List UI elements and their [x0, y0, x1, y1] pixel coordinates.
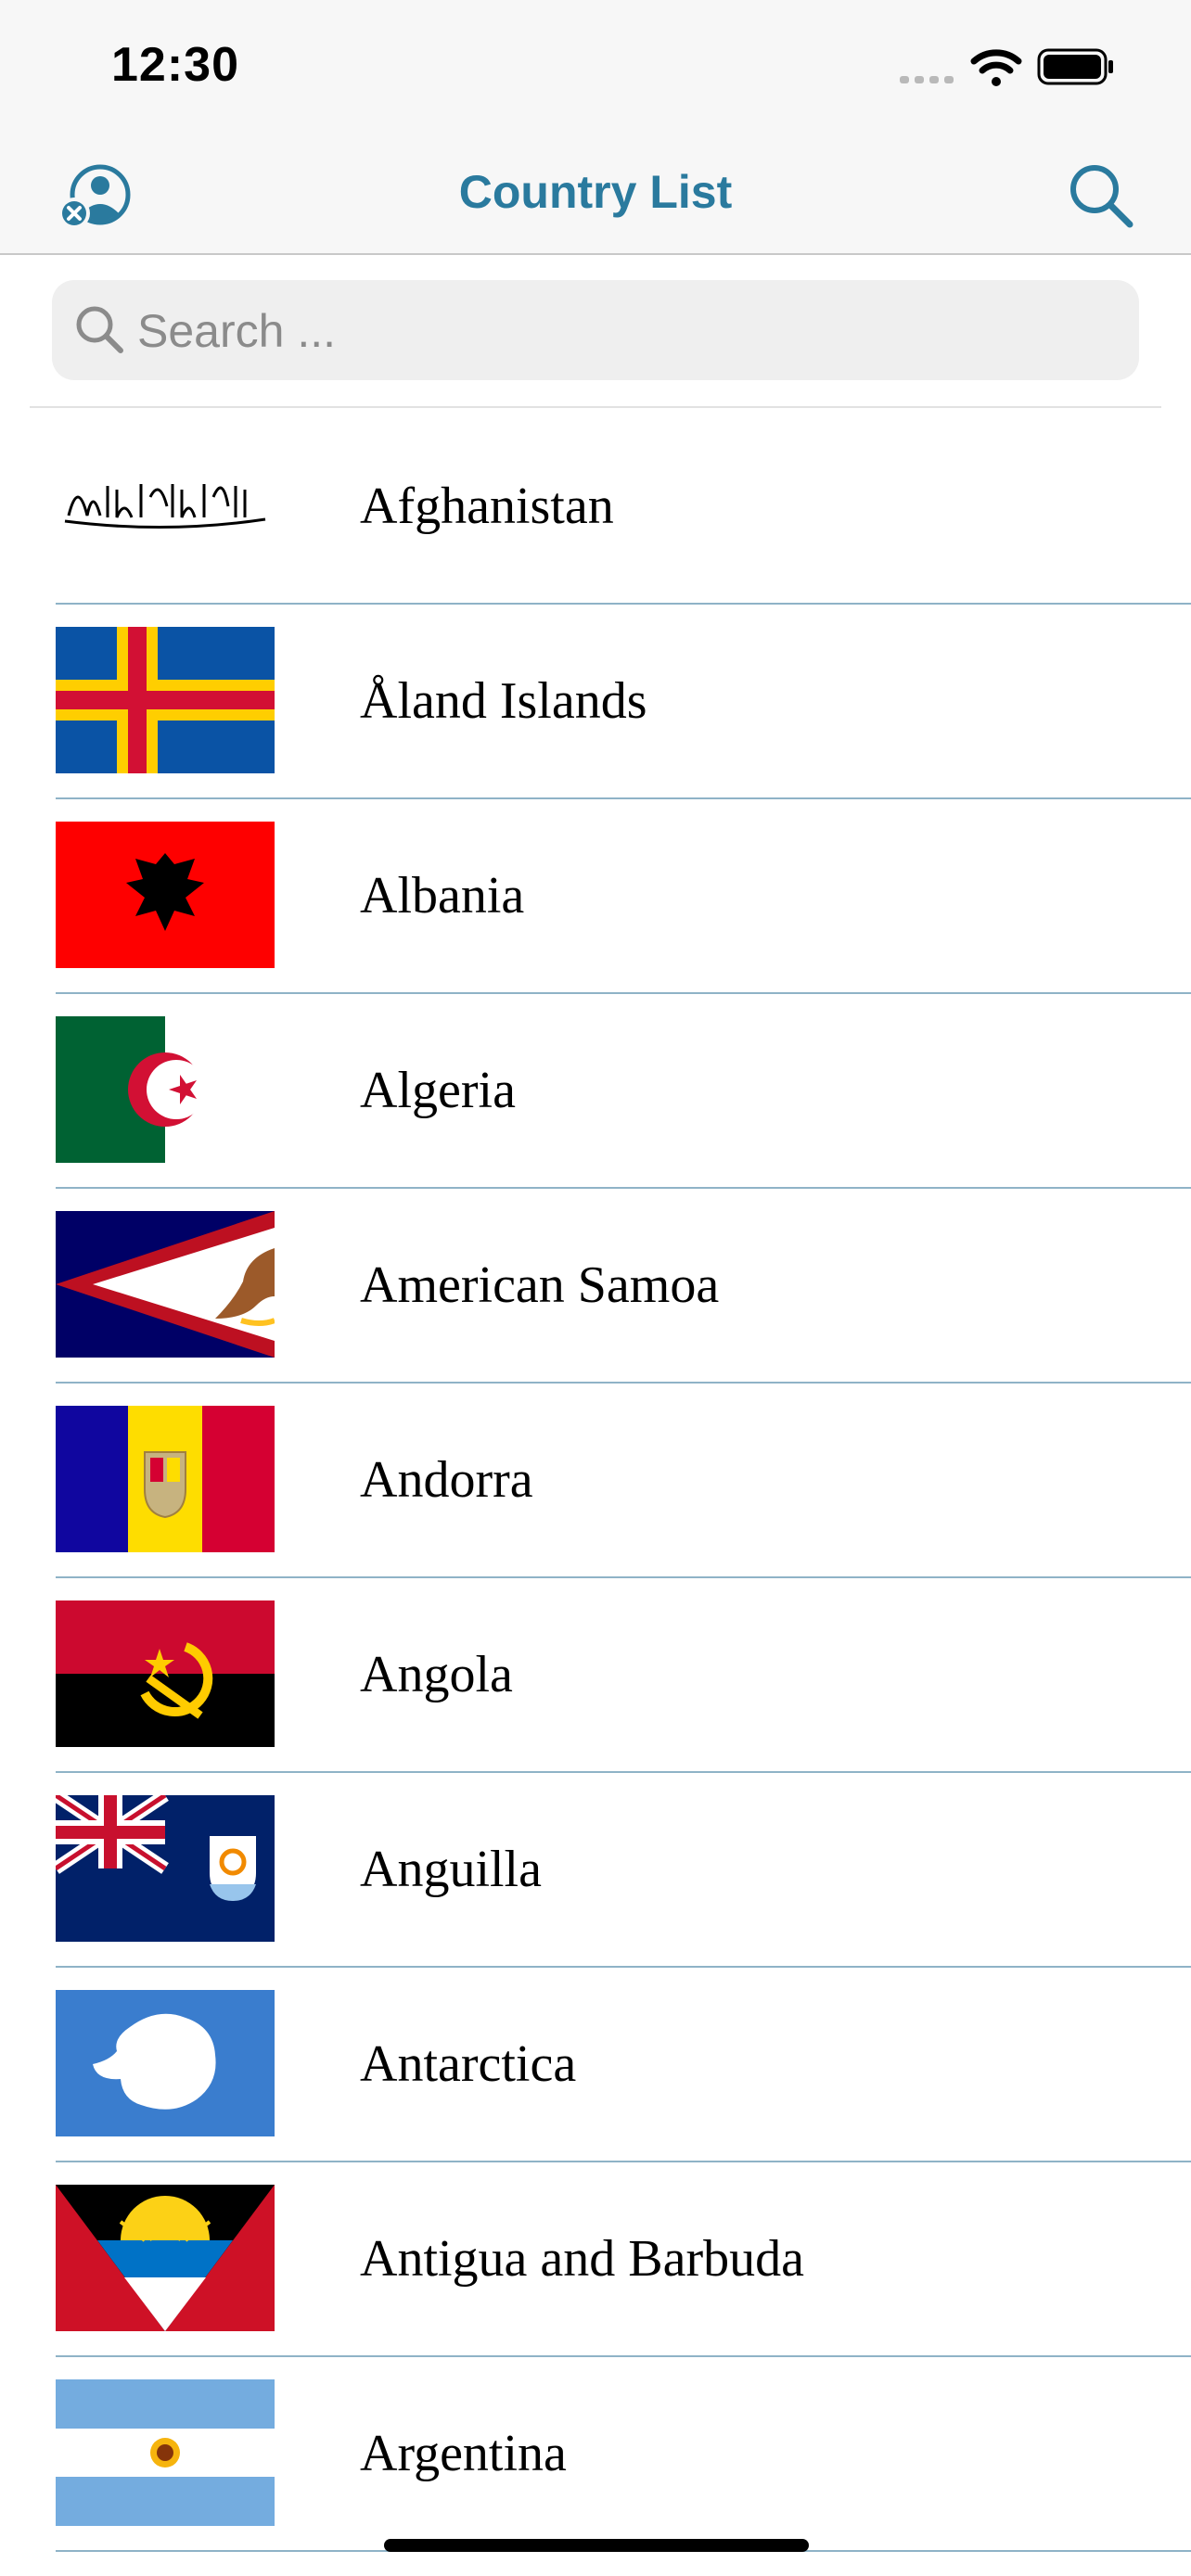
status-bar: 12:30: [0, 0, 1191, 130]
home-indicator[interactable]: [384, 2539, 809, 2552]
flag-algeria: [56, 1016, 275, 1163]
country-row-afghanistan[interactable]: Afghanistan: [56, 410, 1191, 605]
search-input[interactable]: [135, 300, 1104, 362]
flag-antigua-and-barbuda: [56, 2185, 275, 2331]
country-name: Anguilla: [360, 1841, 542, 1898]
search-icon: [1070, 165, 1133, 228]
divider: [30, 406, 1161, 408]
search-section: [0, 255, 1191, 408]
country-list: Afghanistan Åland Islands Albania Algeri…: [0, 410, 1191, 2552]
country-row-antigua-and-barbuda[interactable]: Antigua and Barbuda: [56, 2162, 1191, 2357]
flag-angola: [56, 1600, 275, 1747]
flag-antarctica: [56, 1990, 275, 2136]
country-name: Andorra: [360, 1451, 533, 1509]
search-bar[interactable]: [52, 280, 1139, 380]
page-title: Country List: [458, 166, 733, 218]
country-name: Albania: [360, 867, 525, 925]
flag-afghanistan: [56, 432, 275, 579]
search-button[interactable]: [1067, 161, 1137, 232]
wifi-icon: [970, 49, 1022, 86]
country-name: Argentina: [360, 2425, 567, 2482]
cellular-signal-icon: [900, 76, 954, 83]
country-row-american-samoa[interactable]: American Samoa: [56, 1189, 1191, 1384]
magnifier-icon: [76, 306, 123, 353]
country-name: Åland Islands: [360, 672, 647, 730]
status-time: 12:30: [111, 38, 239, 92]
flag-argentina: [56, 2379, 275, 2526]
country-row-argentina[interactable]: Argentina: [56, 2357, 1191, 2552]
country-name: Algeria: [360, 1062, 516, 1119]
country-name: Antigua and Barbuda: [360, 2230, 804, 2288]
battery-icon: [1037, 48, 1113, 85]
country-row-algeria[interactable]: Algeria: [56, 994, 1191, 1189]
country-row-andorra[interactable]: Andorra: [56, 1384, 1191, 1578]
country-name: American Samoa: [360, 1256, 720, 1314]
country-name: Afghanistan: [360, 478, 614, 535]
country-name: Antarctica: [360, 2035, 577, 2093]
country-name: Angola: [360, 1646, 513, 1703]
navigation-bar: Country List: [0, 130, 1191, 255]
flag-andorra: [56, 1406, 275, 1552]
flag-anguilla: [56, 1795, 275, 1942]
flag-american-samoa: [56, 1211, 275, 1358]
flag-albania: [56, 822, 275, 968]
country-row-antarctica[interactable]: Antarctica: [56, 1968, 1191, 2162]
flag-aland-islands: [56, 627, 275, 773]
country-row-angola[interactable]: Angola: [56, 1578, 1191, 1773]
country-row-aland-islands[interactable]: Åland Islands: [56, 605, 1191, 799]
country-row-anguilla[interactable]: Anguilla: [56, 1773, 1191, 1968]
country-row-albania[interactable]: Albania: [56, 799, 1191, 994]
